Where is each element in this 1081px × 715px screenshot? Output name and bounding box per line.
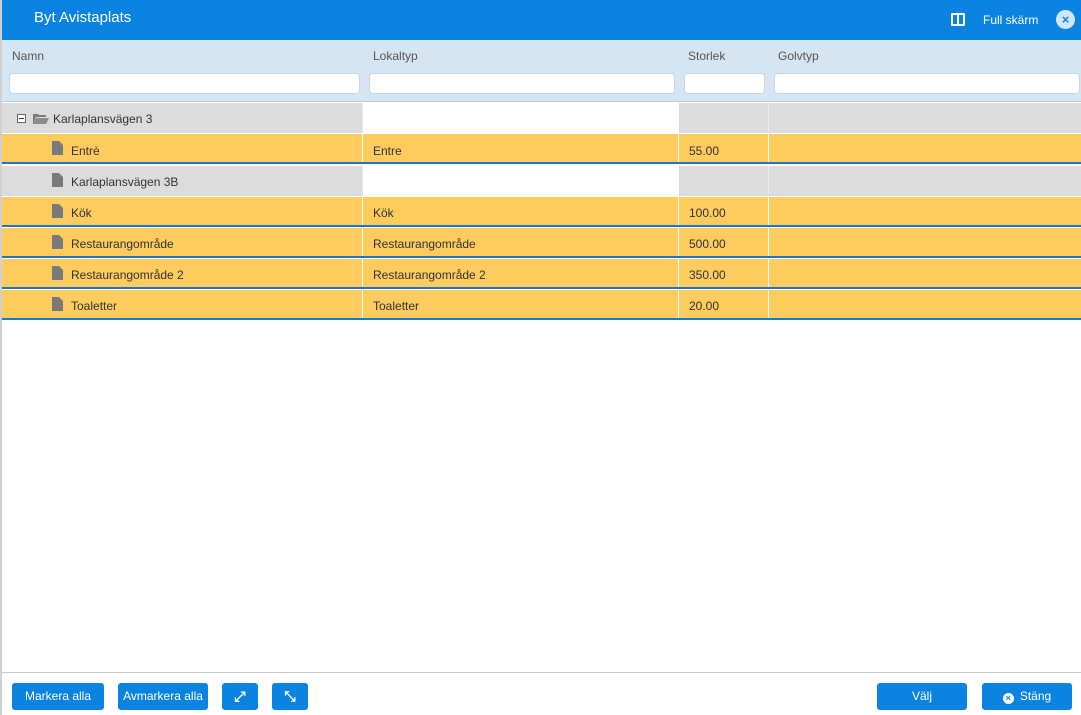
tree-row-root[interactable]: Karlaplansvägen 3	[2, 103, 1081, 133]
document-icon	[52, 141, 63, 155]
cell-storlek: 500.00	[689, 237, 726, 251]
tree-row[interactable]: Restaurangområde Restaurangområde 500.00	[2, 228, 1081, 258]
cell-storlek: 350.00	[689, 268, 726, 282]
cell-lokaltyp: Restaurangområde 2	[373, 268, 486, 282]
choose-button[interactable]: Välj	[877, 683, 967, 710]
cell-namn: Entrè	[71, 144, 100, 158]
cell-lokaltyp: Kök	[373, 206, 394, 220]
deselect-all-button[interactable]: Avmarkera alla	[118, 683, 208, 710]
document-icon	[52, 235, 63, 249]
document-icon	[52, 266, 63, 280]
column-header-namn[interactable]: Namn	[12, 49, 44, 63]
filter-input-lokaltyp[interactable]	[369, 73, 675, 94]
column-header-lokaltyp[interactable]: Lokaltyp	[373, 49, 418, 63]
tree-row[interactable]: Toaletter Toaletter 20.00	[2, 290, 1081, 320]
dialog-footer: Markera alla Avmarkera alla ⤢ ⤡ Välj × St…	[2, 672, 1081, 715]
tree-row[interactable]: Kök Kök 100.00	[2, 197, 1081, 227]
select-all-button[interactable]: Markera alla	[12, 683, 104, 710]
close-icon[interactable]: ×	[1056, 10, 1075, 29]
close-circle-icon: ×	[1002, 693, 1014, 704]
tree-row[interactable]: Karlaplansvägen 3B	[2, 166, 1081, 196]
dialog: Byt Avistaplats Full skärm × Namn Lokalt…	[0, 0, 1081, 715]
column-header: Namn Lokaltyp Storlek Golvtyp	[2, 40, 1081, 102]
cell-namn: Restaurangområde 2	[71, 268, 184, 282]
document-icon	[52, 204, 63, 218]
cell-storlek: 100.00	[689, 206, 726, 220]
expand-all-button[interactable]: ⤢	[222, 683, 258, 710]
cell-storlek: 55.00	[689, 144, 720, 158]
tree-row-label: Karlaplansvägen 3	[53, 112, 153, 126]
close-button-label: Stäng	[1019, 689, 1052, 703]
document-icon	[52, 297, 63, 311]
cell-lokaltyp: Entre	[373, 144, 402, 158]
close-button[interactable]: × Stäng	[982, 683, 1072, 710]
cell-namn: Kök	[71, 206, 92, 220]
tree-row[interactable]: Entrè Entre 55.00	[2, 134, 1081, 164]
filter-input-golvtyp[interactable]	[774, 73, 1080, 94]
folder-open-icon	[33, 114, 49, 124]
dialog-titlebar: Byt Avistaplats Full skärm ×	[2, 0, 1081, 40]
column-header-golvtyp[interactable]: Golvtyp	[778, 49, 819, 63]
fullscreen-button[interactable]: Full skärm	[983, 13, 1038, 27]
fullscreen-icon[interactable]	[951, 13, 965, 26]
document-icon	[52, 173, 63, 187]
collapse-toggle-icon[interactable]	[17, 114, 26, 123]
cell-namn: Karlaplansvägen 3B	[71, 175, 179, 189]
collapse-all-button[interactable]: ⤡	[272, 683, 308, 710]
filter-input-namn[interactable]	[9, 73, 360, 94]
cell-lokaltyp: Restaurangområde	[373, 237, 476, 251]
cell-namn: Toaletter	[71, 299, 118, 313]
filter-input-storlek[interactable]	[684, 73, 765, 94]
tree-row[interactable]: Restaurangområde 2 Restaurangområde 2 35…	[2, 259, 1081, 289]
cell-lokaltyp: Toaletter	[373, 299, 420, 313]
dialog-title: Byt Avistaplats	[34, 9, 132, 26]
column-header-storlek[interactable]: Storlek	[688, 49, 725, 63]
cell-storlek: 20.00	[689, 299, 720, 313]
cell-namn: Restaurangområde	[71, 237, 174, 251]
